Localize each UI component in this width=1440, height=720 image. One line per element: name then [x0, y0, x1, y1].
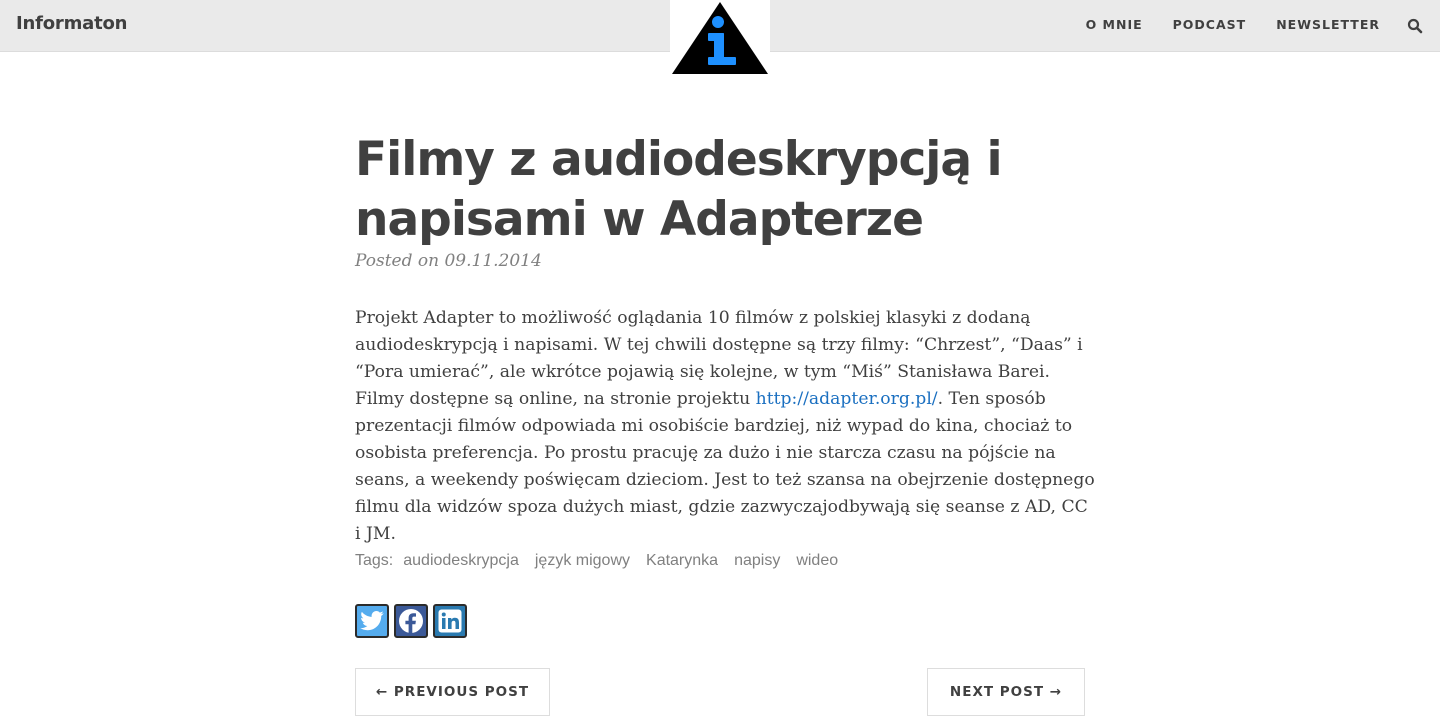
facebook-share-button[interactable]: [394, 604, 428, 638]
tag-list: Tags: audiodeskrypcja język migowy Katar…: [355, 552, 838, 570]
tag-link[interactable]: wideo: [796, 552, 838, 570]
tag-link[interactable]: audiodeskrypcja: [403, 552, 519, 570]
post-title: Filmy z audiodeskrypcją i napisami w Ada…: [355, 132, 1003, 247]
tags-label: Tags:: [355, 552, 394, 569]
linkedin-share-button[interactable]: [433, 604, 467, 638]
nav-link-newsletter[interactable]: NEWSLETTER: [1276, 17, 1380, 32]
twitter-icon: [360, 611, 384, 631]
adapter-link[interactable]: http://adapter.org.pl/: [756, 389, 938, 409]
tag-link[interactable]: Katarynka: [646, 552, 718, 570]
next-post-button[interactable]: NEXT POST →: [927, 668, 1085, 716]
previous-post-button[interactable]: ← PREVIOUS POST: [355, 668, 550, 716]
info-triangle-logo-icon[interactable]: [670, 0, 770, 76]
nav-link-podcast[interactable]: PODCAST: [1173, 17, 1247, 32]
tag-link[interactable]: napisy: [734, 552, 780, 570]
post-body-text: . Ten sposób prezentacji filmów odpowiad…: [355, 389, 1095, 544]
post-body: Projekt Adapter to możliwość oglądania 1…: [355, 305, 1095, 548]
nav-link-o-mnie[interactable]: O MNIE: [1086, 17, 1143, 32]
twitter-share-button[interactable]: [355, 604, 389, 638]
tag-link[interactable]: język migowy: [535, 552, 630, 570]
post-date: Posted on 09.11.2014: [355, 251, 542, 271]
linkedin-icon: [438, 609, 462, 633]
nav-links: O MNIE PODCAST NEWSLETTER: [1086, 17, 1380, 32]
share-buttons: [355, 604, 467, 638]
search-icon[interactable]: [1407, 18, 1423, 34]
facebook-icon: [399, 609, 423, 634]
site-brand-link[interactable]: Informaton: [16, 13, 127, 34]
